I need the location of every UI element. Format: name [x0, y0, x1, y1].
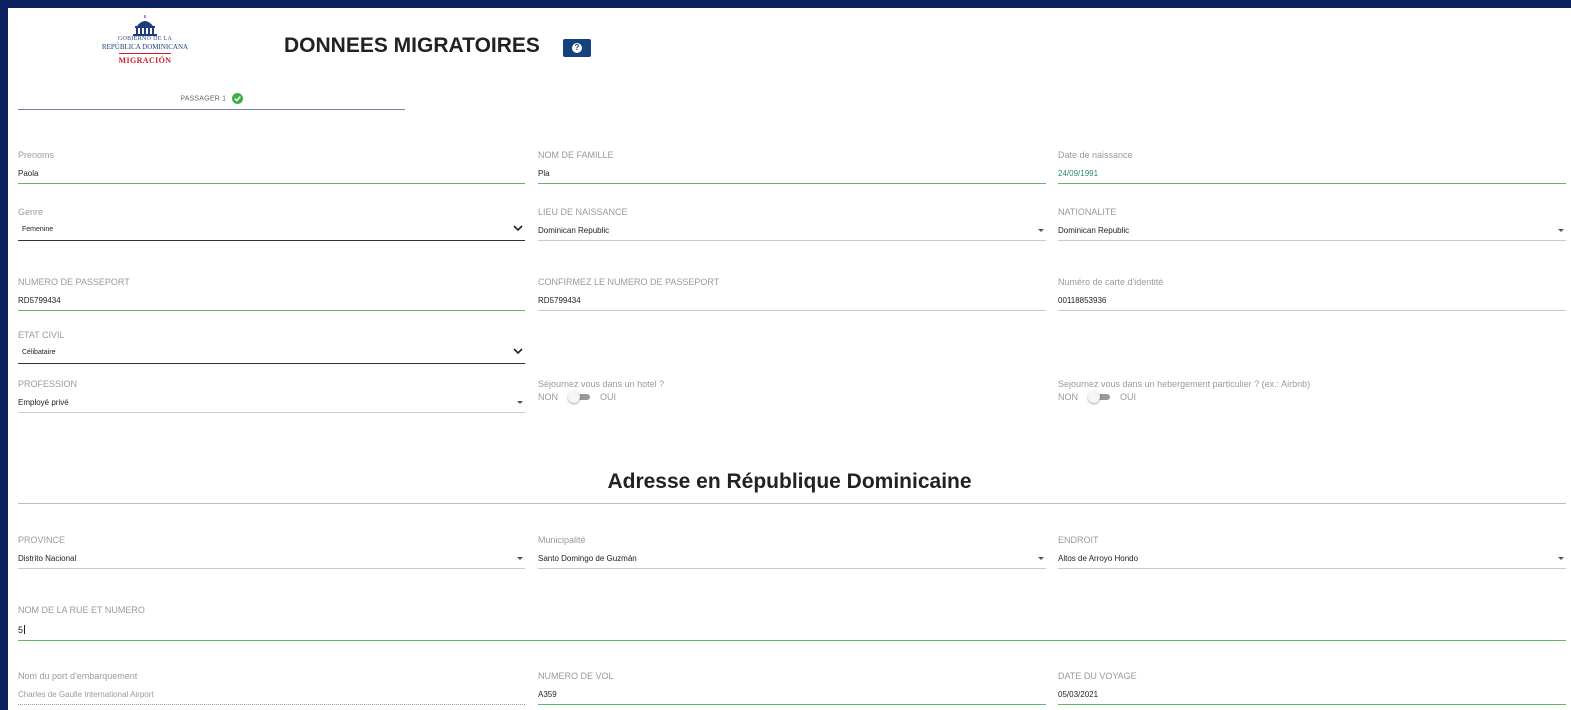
caret-down-icon	[517, 401, 523, 404]
genre-label: Genre	[18, 207, 44, 217]
rue-field[interactable]: NOM DE LA RUE ET NUMERO 5	[18, 605, 1566, 641]
municipalite-label: Municipalité	[538, 535, 586, 545]
etat-civil-value: Célibataire	[22, 349, 56, 356]
carte-identite-value: 00118853936	[1058, 296, 1107, 305]
tab-label: PASSAGER 1	[180, 95, 227, 103]
endroit-value: Altos de Arroyo Hondo	[1058, 554, 1139, 563]
carte-identite-label: Numéro de carte d'identité	[1058, 277, 1164, 287]
check-circle-icon	[231, 93, 243, 105]
municipalite-value: Santo Domingo de Guzmán	[538, 554, 637, 563]
toggle-knob	[1088, 391, 1100, 403]
private-stay-question-label: Sejournez vous dans un hebergement parti…	[1058, 379, 1311, 389]
nationalite-value: Dominican Republic	[1058, 226, 1130, 235]
tab-passager-1[interactable]: PASSAGER 1	[18, 90, 405, 110]
genre-value: Femenine	[22, 226, 54, 233]
private-stay-no-label: NON	[1058, 392, 1078, 402]
caret-down-icon	[1558, 557, 1564, 560]
help-button[interactable]: ?	[563, 39, 591, 57]
logo-text-republica: REPÚBLICA DOMINICANA	[101, 43, 189, 51]
vol-value: A359	[538, 690, 557, 699]
date-naissance-field[interactable]: Date de naissance 24/09/1991	[1058, 150, 1566, 184]
date-voyage-label: DATE DU VOYAGE	[1058, 671, 1137, 681]
page-title: DONNEES MIGRATOIRES	[284, 34, 540, 57]
etat-civil-select[interactable]: ETAT CIVIL Célibataire	[18, 330, 525, 364]
province-value: Distrito Nacional	[18, 554, 77, 563]
building-dome-icon	[133, 15, 157, 36]
passeport-label: NUMERO DE PASSEPORT	[18, 277, 130, 287]
endroit-label: ENDROIT	[1058, 535, 1099, 545]
caret-down-icon	[1038, 229, 1044, 232]
migracion-logo: GOBIERNO DE LA REPÚBLICA DOMINICANA MIGR…	[90, 14, 200, 76]
hotel-yes-label: OUI	[600, 392, 617, 402]
rue-value: 5	[18, 625, 24, 635]
private-stay-question: Sejournez vous dans un hebergement parti…	[1058, 379, 1310, 403]
address-section-title: Adresse en République Dominicaine	[607, 470, 972, 493]
profession-value: Employé privé	[18, 398, 69, 407]
hotel-question: Séjournez vous dans un hotel ? NON OUI	[538, 379, 664, 403]
section-divider	[18, 503, 1566, 504]
province-select[interactable]: PROVINCE Distrito Nacional	[18, 535, 525, 569]
lieu-naissance-value: Dominican Republic	[538, 226, 610, 235]
prenoms-label: Prenoms	[18, 150, 55, 160]
passeport-confirm-value: RD5799434	[538, 296, 581, 305]
date-voyage-field[interactable]: DATE DU VOYAGE 05/03/2021	[1058, 671, 1566, 705]
port-value: Charles de Gaulle International Airport	[18, 690, 154, 699]
vol-label: NUMERO DE VOL	[538, 671, 614, 681]
profession-select[interactable]: PROFESSION Employé privé	[18, 379, 525, 413]
date-naissance-label: Date de naissance	[1058, 150, 1133, 160]
toggle-knob	[568, 391, 580, 403]
profession-label: PROFESSION	[18, 379, 78, 389]
prenoms-field[interactable]: Prenoms Paola	[18, 150, 525, 184]
passeport-confirm-field[interactable]: CONFIRMEZ LE NUMERO DE PASSEPORT RD57994…	[538, 277, 1046, 311]
caret-down-icon	[517, 557, 523, 560]
port-field[interactable]: Nom du port d'embarquement Charles de Ga…	[18, 671, 525, 705]
nationalite-select[interactable]: NATIONALITE Dominican Republic	[1058, 207, 1566, 241]
private-stay-yes-label: OUI	[1120, 392, 1137, 402]
rue-value-wrap: 5	[18, 625, 26, 635]
date-voyage-value: 05/03/2021	[1058, 690, 1099, 699]
nom-famille-value: Pla	[538, 169, 550, 178]
chevron-down-icon	[513, 348, 523, 355]
rue-label: NOM DE LA RUE ET NUMERO	[18, 605, 145, 615]
lieu-naissance-select[interactable]: LIEU DE NAISSANCE Dominican Republic	[538, 207, 1046, 241]
logo-text-migracion: MIGRACIÓN	[118, 56, 172, 65]
nationalite-label: NATIONALITE	[1058, 207, 1117, 217]
hotel-no-label: NON	[538, 392, 558, 402]
province-label: PROVINCE	[18, 535, 66, 545]
port-label: Nom du port d'embarquement	[18, 671, 138, 681]
caret-down-icon	[1558, 229, 1564, 232]
text-cursor	[24, 625, 26, 634]
genre-select[interactable]: Genre Femenine	[18, 207, 525, 241]
lieu-naissance-label: LIEU DE NAISSANCE	[538, 207, 628, 217]
date-naissance-value: 24/09/1991	[1058, 169, 1099, 178]
prenoms-value: Paola	[18, 169, 39, 178]
form-page: GOBIERNO DE LA REPÚBLICA DOMINICANA MIGR…	[8, 8, 1571, 710]
vol-field[interactable]: NUMERO DE VOL A359	[538, 671, 1046, 705]
logo-text-gobierno: GOBIERNO DE LA	[117, 36, 173, 42]
hotel-question-label: Séjournez vous dans un hotel ?	[538, 379, 665, 389]
carte-identite-field[interactable]: Numéro de carte d'identité 00118853936	[1058, 277, 1566, 311]
etat-civil-label: ETAT CIVIL	[18, 330, 65, 340]
question-icon: ?	[572, 43, 582, 53]
passeport-value: RD5799434	[18, 296, 61, 305]
passeport-confirm-label: CONFIRMEZ LE NUMERO DE PASSEPORT	[538, 277, 720, 287]
caret-down-icon	[1038, 557, 1044, 560]
chevron-down-icon	[513, 225, 523, 232]
nom-famille-field[interactable]: NOM DE FAMILLE Pla	[538, 150, 1046, 184]
hotel-toggle[interactable]	[568, 391, 590, 403]
private-stay-toggle[interactable]	[1088, 391, 1110, 403]
logo-divider	[119, 53, 171, 54]
passeport-field[interactable]: NUMERO DE PASSEPORT RD5799434	[18, 277, 525, 311]
endroit-select[interactable]: ENDROIT Altos de Arroyo Hondo	[1058, 535, 1566, 569]
nom-famille-label: NOM DE FAMILLE	[538, 150, 614, 160]
municipalite-select[interactable]: Municipalité Santo Domingo de Guzmán	[538, 535, 1046, 569]
